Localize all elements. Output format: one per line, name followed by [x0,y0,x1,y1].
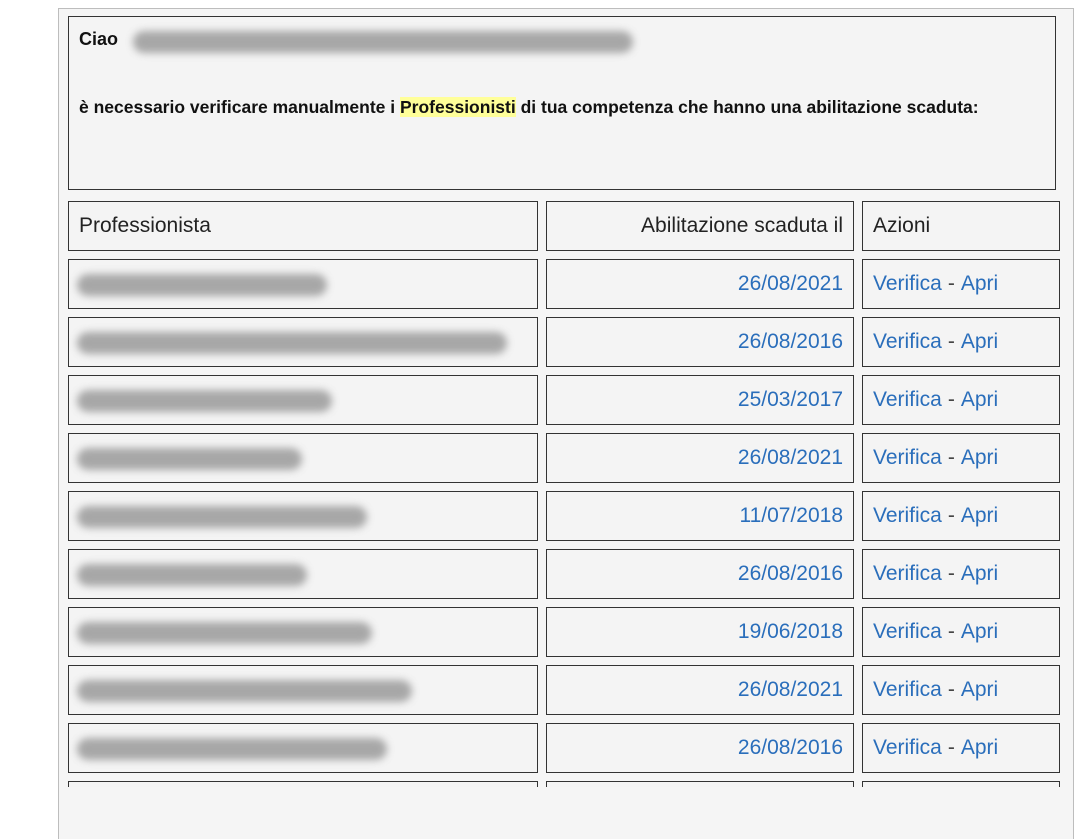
verify-link[interactable]: Verifica [873,736,942,760]
open-link[interactable]: Apri [961,562,998,586]
partial-cell [862,781,1060,787]
actions-cell: Verifica - Apri [862,317,1060,367]
verify-link[interactable]: Verifica [873,330,942,354]
expiry-date: 26/08/2021 [737,678,843,701]
expiry-date-cell: 26/08/2021 [546,259,854,309]
partial-cell [68,781,538,787]
professional-name-cell [68,375,538,425]
redacted-user-name [133,31,633,53]
greeting: Ciao [79,29,118,50]
column-header-actions: Azioni [862,201,1060,251]
action-separator: - [947,620,955,643]
partial-cell [546,781,854,787]
open-link[interactable]: Apri [961,388,998,412]
table-row: 26/08/2021 Verifica - Apri [68,259,1060,309]
expiry-date: 26/08/2016 [737,562,843,585]
actions-cell: Verifica - Apri [862,259,1060,309]
table-row: 25/03/2017 Verifica - Apri [68,375,1060,425]
action-separator: - [947,272,955,295]
expiry-date-cell: 26/08/2021 [546,433,854,483]
redacted-professional-name [77,622,372,644]
column-header-expiry-date: Abilitazione scaduta il [546,201,854,251]
professional-name-cell [68,433,538,483]
open-link[interactable]: Apri [961,736,998,760]
expiry-date: 26/08/2021 [737,446,843,469]
table-row: 19/06/2018 Verifica - Apri [68,607,1060,657]
action-separator: - [947,504,955,527]
message-part-2: di tua competenza che hanno una abilitaz… [515,97,979,117]
open-link[interactable]: Apri [961,678,998,702]
table-row: 26/08/2016 Verifica - Apri [68,549,1060,599]
expiry-date-cell: 19/06/2018 [546,607,854,657]
redacted-professional-name [77,680,412,702]
expiry-date-cell: 26/08/2016 [546,317,854,367]
expiry-date: 26/08/2021 [737,272,843,295]
column-header-professionista: Professionista [68,201,538,251]
actions-cell: Verifica - Apri [862,549,1060,599]
actions-cell: Verifica - Apri [862,375,1060,425]
actions-cell: Verifica - Apri [862,723,1060,773]
redacted-professional-name [77,332,507,354]
expiry-date-cell: 26/08/2016 [546,549,854,599]
expiry-date: 25/03/2017 [737,388,843,411]
open-link[interactable]: Apri [961,272,998,296]
table-row: 26/08/2016 Verifica - Apri [68,317,1060,367]
action-separator: - [947,388,955,411]
redacted-professional-name [77,390,332,412]
expiry-date-cell: 25/03/2017 [546,375,854,425]
expiry-date: 26/08/2016 [737,736,843,759]
notice-message: è necessario verificare manualmente i Pr… [79,97,1039,118]
expiry-date-cell: 11/07/2018 [546,491,854,541]
expiry-date: 19/06/2018 [737,620,843,643]
open-link[interactable]: Apri [961,446,998,470]
professional-name-cell [68,723,538,773]
action-separator: - [947,330,955,353]
professional-name-cell [68,259,538,309]
professional-name-cell [68,491,538,541]
table-header-row: Professionista Abilitazione scaduta il A… [68,201,1060,251]
verify-link[interactable]: Verifica [873,446,942,470]
redacted-professional-name [77,564,307,586]
table-row: 26/08/2021 Verifica - Apri [68,433,1060,483]
verify-link[interactable]: Verifica [873,562,942,586]
actions-cell: Verifica - Apri [862,433,1060,483]
actions-cell: Verifica - Apri [862,491,1060,541]
expired-professionals-table: Professionista Abilitazione scaduta il A… [68,201,1060,795]
verify-link[interactable]: Verifica [873,620,942,644]
verify-link[interactable]: Verifica [873,504,942,528]
table-row: 26/08/2021 Verifica - Apri [68,665,1060,715]
redacted-professional-name [77,506,367,528]
table-row: 11/07/2018 Verifica - Apri [68,491,1060,541]
open-link[interactable]: Apri [961,504,998,528]
professional-name-cell [68,665,538,715]
notice-card: Ciao è necessario verificare manualmente… [68,16,1056,190]
expiry-date-cell: 26/08/2021 [546,665,854,715]
open-link[interactable]: Apri [961,620,998,644]
expiry-date: 26/08/2016 [737,330,843,353]
table-row-partial [68,781,1060,787]
greeting-text: Ciao [79,29,119,49]
verify-link[interactable]: Verifica [873,678,942,702]
action-separator: - [947,736,955,759]
professional-name-cell [68,607,538,657]
redacted-professional-name [77,274,327,296]
verify-link[interactable]: Verifica [873,272,942,296]
expiry-date: 11/07/2018 [739,504,843,527]
highlighted-term: Professionisti [400,97,516,117]
message-part-1: è necessario verificare manualmente i [79,97,400,117]
expiry-date-cell: 26/08/2016 [546,723,854,773]
table-row: 26/08/2016 Verifica - Apri [68,723,1060,773]
action-separator: - [947,562,955,585]
actions-cell: Verifica - Apri [862,607,1060,657]
verify-link[interactable]: Verifica [873,388,942,412]
redacted-professional-name [77,738,387,760]
redacted-professional-name [77,448,302,470]
action-separator: - [947,678,955,701]
actions-cell: Verifica - Apri [862,665,1060,715]
action-separator: - [947,446,955,469]
open-link[interactable]: Apri [961,330,998,354]
professional-name-cell [68,549,538,599]
professional-name-cell [68,317,538,367]
